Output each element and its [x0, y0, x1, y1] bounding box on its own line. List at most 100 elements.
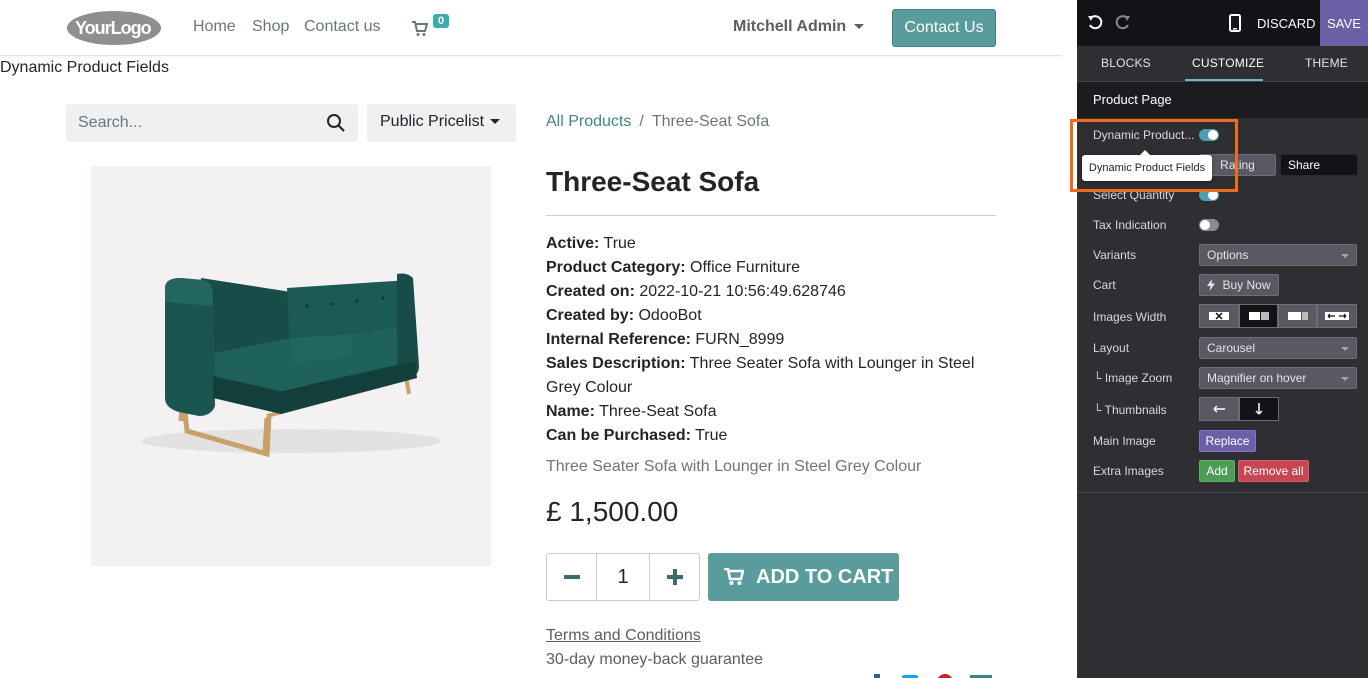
chevron-down-icon: [1341, 377, 1349, 381]
share-button[interactable]: Share: [1280, 154, 1358, 176]
arrow-down-icon: [1255, 403, 1263, 415]
minus-icon: [563, 575, 580, 579]
guarantee-text: 30-day money-back guarantee: [546, 651, 764, 668]
tax-indication-label: Tax Indication: [1093, 218, 1167, 232]
mobile-preview-icon[interactable]: [1229, 14, 1241, 32]
product-title: Three-Seat Sofa: [546, 166, 760, 197]
breadcrumb-all-products[interactable]: All Products: [546, 113, 631, 130]
buy-now-label: Buy Now: [1222, 278, 1271, 292]
cart-count-badge: 0: [433, 14, 450, 28]
logo-text: YourLogo: [75, 18, 152, 38]
breadcrumb-separator: /: [639, 113, 644, 130]
user-menu[interactable]: Mitchell Admin: [733, 18, 865, 36]
product-search[interactable]: Search...: [66, 104, 358, 142]
tax-indication-toggle[interactable]: [1199, 219, 1219, 231]
add-to-cart-button[interactable]: ADD TO CART: [708, 553, 899, 601]
width-full-icon: [1325, 312, 1349, 320]
width-wide-icon: [1287, 312, 1308, 320]
field-value: True: [695, 427, 728, 444]
field-created-on: Created on: 2022-10-21 10:56:49.628746: [546, 280, 1001, 304]
panel-divider: [1077, 492, 1368, 493]
field-can-be-purchased: Can be Purchased: True: [546, 424, 1001, 448]
images-width-options: [1199, 304, 1357, 328]
variants-value: Options: [1207, 248, 1249, 262]
cart-link[interactable]: 0: [412, 14, 452, 41]
increase-quantity-button[interactable]: [650, 554, 699, 600]
pricelist-dropdown[interactable]: Public Pricelist: [367, 104, 516, 142]
field-value: OdooBot: [638, 307, 702, 324]
thumbnails-bottom-button[interactable]: [1239, 397, 1279, 421]
field-label: Product Category:: [546, 259, 686, 276]
decrease-quantity-button[interactable]: [547, 554, 596, 600]
website-preview: YourLogo Home Shop Contact us 0 Mitchell…: [0, 0, 1062, 678]
extra-images-label: Extra Images: [1093, 464, 1164, 478]
active-tab-indicator: [1185, 79, 1263, 81]
layout-select[interactable]: Carousel: [1199, 337, 1357, 359]
add-to-cart-label: ADD TO CART: [756, 565, 894, 588]
main-image-label: Main Image: [1093, 434, 1156, 448]
remove-all-images-button[interactable]: Remove all: [1238, 460, 1309, 482]
product-image[interactable]: [91, 166, 491, 566]
field-label: Can be Purchased:: [546, 427, 691, 444]
field-value: FURN_8999: [695, 331, 785, 348]
images-width-full[interactable]: [1317, 304, 1357, 328]
variants-label: Variants: [1093, 248, 1137, 262]
thumbnails-label: └ Thumbnails: [1093, 403, 1167, 417]
redo-icon[interactable]: [1115, 15, 1131, 31]
images-width-66[interactable]: [1278, 304, 1317, 328]
thumbnails-options: [1199, 397, 1279, 421]
field-name: Name: Three-Seat Sofa: [546, 400, 1001, 424]
variants-select[interactable]: Options: [1199, 244, 1357, 266]
product-price: £ 1,500.00: [546, 496, 679, 527]
breadcrumb-current: Three-Seat Sofa: [651, 113, 770, 130]
chevron-down-icon: [490, 119, 501, 125]
chevron-down-icon: [1341, 347, 1349, 351]
images-width-none[interactable]: [1199, 304, 1239, 328]
contact-us-button[interactable]: Contact Us: [892, 9, 996, 47]
images-width-label: Images Width: [1093, 310, 1167, 324]
discard-button[interactable]: DISCARD: [1257, 16, 1316, 31]
layout-label: Layout: [1093, 341, 1130, 355]
field-sales-description: Sales Description: Three Seater Sofa wit…: [546, 352, 1001, 400]
image-zoom-label: └ Image Zoom: [1093, 371, 1173, 385]
save-button[interactable]: SAVE: [1320, 0, 1368, 46]
field-internal-reference: Internal Reference: FURN_8999: [546, 328, 1001, 352]
image-zoom-select[interactable]: Magnifier on hover: [1199, 367, 1357, 389]
images-width-half[interactable]: [1239, 304, 1278, 328]
replace-image-button[interactable]: Replace: [1199, 430, 1256, 452]
chevron-down-icon: [854, 24, 865, 30]
nav-shop[interactable]: Shop: [252, 18, 289, 36]
your-logo[interactable]: YourLogo: [66, 9, 162, 47]
field-label: Internal Reference:: [546, 331, 691, 348]
arrow-left-icon: [1213, 405, 1225, 413]
top-navbar: YourLogo Home Shop Contact us 0 Mitchell…: [0, 0, 1062, 56]
sofa-image: [141, 273, 441, 458]
editor-panel: DISCARD SAVE BLOCKS CUSTOMIZE THEME Prod…: [1077, 0, 1368, 678]
user-name: Mitchell Admin: [733, 18, 847, 35]
social-share-icons[interactable]: [870, 672, 1000, 678]
thumbnails-left-button[interactable]: [1199, 397, 1239, 421]
pricelist-label: Public Pricelist: [380, 113, 485, 130]
undo-icon[interactable]: [1087, 15, 1103, 31]
cart-icon: [724, 568, 744, 585]
buy-now-button[interactable]: Buy Now: [1199, 274, 1279, 296]
field-active: Active: True: [546, 232, 1001, 256]
search-icon[interactable]: [326, 113, 346, 133]
tab-theme[interactable]: THEME: [1305, 56, 1348, 70]
add-images-button[interactable]: Add: [1199, 460, 1235, 482]
width-none-icon: [1209, 312, 1229, 320]
divider: [546, 215, 996, 216]
tab-blocks[interactable]: BLOCKS: [1101, 56, 1151, 70]
search-input[interactable]: Search...: [78, 114, 142, 132]
tab-customize[interactable]: CUSTOMIZE: [1192, 56, 1264, 70]
chevron-down-icon: [1341, 254, 1349, 258]
nav-home[interactable]: Home: [193, 18, 236, 36]
width-half-icon: [1248, 312, 1269, 320]
nav-contact-us[interactable]: Contact us: [304, 18, 380, 36]
terms-link[interactable]: Terms and Conditions: [546, 627, 701, 645]
quantity-input[interactable]: 1: [596, 554, 650, 600]
product-description: Three Seater Sofa with Lounger in Steel …: [546, 458, 922, 475]
field-value: True: [603, 235, 636, 252]
plus-icon: [666, 569, 683, 585]
layout-value: Carousel: [1207, 341, 1256, 355]
